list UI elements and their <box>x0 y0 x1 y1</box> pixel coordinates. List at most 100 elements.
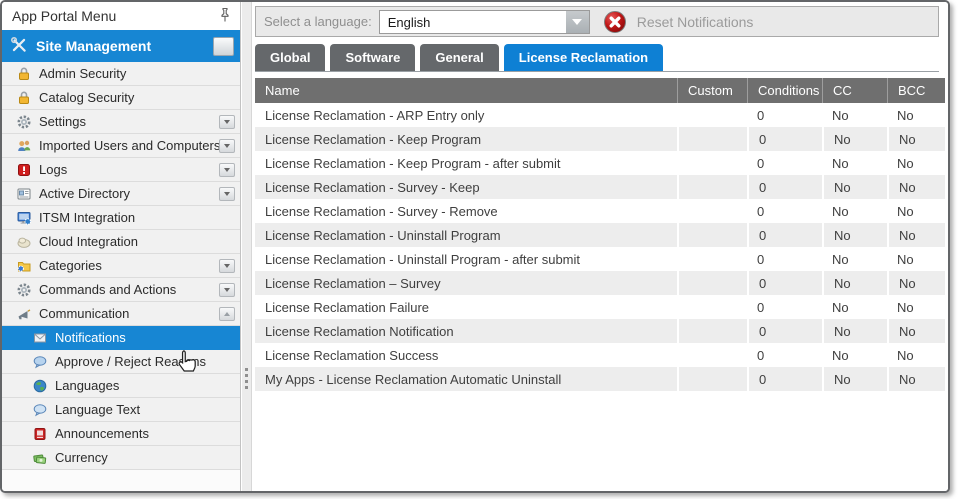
cell-custom <box>677 175 747 199</box>
sidebar-splitter[interactable] <box>242 2 252 491</box>
pin-icon[interactable] <box>218 7 232 26</box>
monitor-gear-icon <box>16 210 32 226</box>
cell-conditions: 0 <box>747 271 822 295</box>
sidebar-item-notifications[interactable]: Notifications <box>2 326 240 350</box>
cell-custom <box>677 127 747 151</box>
expand-button[interactable] <box>219 259 235 273</box>
sidebar-item-settings[interactable]: Settings <box>2 110 240 134</box>
cell-custom <box>677 295 747 319</box>
sidebar-item-announcements[interactable]: Announcements <box>2 422 240 446</box>
expand-button[interactable] <box>219 139 235 153</box>
gear-icon <box>16 282 32 298</box>
cell-custom <box>677 247 747 271</box>
expand-button[interactable] <box>219 283 235 297</box>
globe-icon <box>32 378 48 394</box>
collapse-button[interactable] <box>219 307 235 321</box>
language-select[interactable]: English <box>379 10 590 34</box>
sidebar-item-label: Imported Users and Computers <box>39 138 220 153</box>
table-row[interactable]: License Reclamation Failure 0 No No <box>255 295 945 319</box>
sidebar-item-label: Active Directory <box>39 186 130 201</box>
chevron-down-icon[interactable] <box>566 11 589 33</box>
cell-custom <box>677 367 747 391</box>
lock-icon <box>16 66 32 82</box>
cell-cc: No <box>822 271 887 295</box>
envelope-icon <box>32 330 48 346</box>
sidebar-item-communication[interactable]: Communication <box>2 302 240 326</box>
tab-software[interactable]: Software <box>330 44 415 71</box>
sidebar-item-logs[interactable]: Logs <box>2 158 240 182</box>
table-row[interactable]: License Reclamation - Keep Program 0 No … <box>255 127 945 151</box>
cell-cc: No <box>822 223 887 247</box>
cell-cc: No <box>822 295 887 319</box>
cell-cc: No <box>822 175 887 199</box>
cell-custom <box>677 199 747 223</box>
section-collapse-button[interactable] <box>213 37 234 56</box>
sidebar-item-approve-reject-reasons[interactable]: Approve / Reject Reasons <box>2 350 240 374</box>
cell-conditions: 0 <box>747 367 822 391</box>
sidebar-item-label: Categories <box>39 258 102 273</box>
cell-bcc: No <box>887 223 945 247</box>
sidebar-item-admin-security[interactable]: Admin Security <box>2 62 240 86</box>
cell-name: License Reclamation – Survey <box>255 271 677 295</box>
cell-name: License Reclamation - Survey - Keep <box>255 175 677 199</box>
sidebar-item-catalog-security[interactable]: Catalog Security <box>2 86 240 110</box>
sidebar-item-label: Languages <box>55 378 119 393</box>
sidebar-item-languages[interactable]: Languages <box>2 374 240 398</box>
notification-tabs: Global Software General License Reclamat… <box>255 44 939 72</box>
table-row[interactable]: License Reclamation - Uninstall Program … <box>255 247 945 271</box>
sidebar-item-categories[interactable]: Categories <box>2 254 240 278</box>
sidebar-item-active-directory[interactable]: Active Directory <box>2 182 240 206</box>
announcement-icon <box>32 426 48 442</box>
users-icon <box>16 138 32 154</box>
sidebar-item-imported-users[interactable]: Imported Users and Computers <box>2 134 240 158</box>
cell-custom <box>677 103 747 127</box>
sidebar-item-currency[interactable]: Currency <box>2 446 240 470</box>
cell-cc: No <box>822 367 887 391</box>
sidebar-section-site-management[interactable]: Site Management <box>2 30 240 62</box>
speech-bubble-icon <box>32 354 48 370</box>
sidebar-item-language-text[interactable]: Language Text <box>2 398 240 422</box>
language-label: Select a language: <box>264 14 372 29</box>
cell-custom <box>677 223 747 247</box>
cell-custom <box>677 271 747 295</box>
expand-button[interactable] <box>219 163 235 177</box>
table-row[interactable]: License Reclamation - Keep Program - aft… <box>255 151 945 175</box>
cell-name: License Reclamation Success <box>255 343 677 367</box>
sidebar-item-commands-actions[interactable]: Commands and Actions <box>2 278 240 302</box>
table-row[interactable]: License Reclamation – Survey 0 No No <box>255 271 945 295</box>
cloud-icon <box>16 234 32 250</box>
table-row[interactable]: License Reclamation - ARP Entry only 0 N… <box>255 103 945 127</box>
expand-button[interactable] <box>219 115 235 129</box>
cell-conditions: 0 <box>747 199 822 223</box>
table-row[interactable]: License Reclamation Notification 0 No No <box>255 319 945 343</box>
sidebar-item-label: Notifications <box>55 330 126 345</box>
tab-global[interactable]: Global <box>255 44 325 71</box>
column-header-name[interactable]: Name <box>255 78 677 103</box>
sidebar-item-label: Communication <box>39 306 129 321</box>
column-header-bcc[interactable]: BCC <box>887 78 945 103</box>
sidebar-item-cloud-integration[interactable]: Cloud Integration <box>2 230 240 254</box>
cell-bcc: No <box>887 319 945 343</box>
tab-license-reclamation[interactable]: License Reclamation <box>504 44 663 71</box>
table-row[interactable]: My Apps - License Reclamation Automatic … <box>255 367 945 391</box>
expand-button[interactable] <box>219 187 235 201</box>
reset-notifications-button[interactable] <box>603 10 627 34</box>
app-window: App Portal Menu Site Management Admin Se… <box>0 0 950 493</box>
cell-cc: No <box>822 151 887 175</box>
column-header-conditions[interactable]: Conditions <box>747 78 822 103</box>
table-row[interactable]: License Reclamation - Survey - Keep 0 No… <box>255 175 945 199</box>
column-header-custom[interactable]: Custom <box>677 78 747 103</box>
column-header-cc[interactable]: CC <box>822 78 887 103</box>
table-row[interactable]: License Reclamation Success 0 No No <box>255 343 945 367</box>
cell-cc: No <box>822 127 887 151</box>
language-select-value: English <box>380 11 566 33</box>
sidebar: App Portal Menu Site Management Admin Se… <box>2 2 241 491</box>
cell-conditions: 0 <box>747 319 822 343</box>
table-row[interactable]: License Reclamation - Survey - Remove 0 … <box>255 199 945 223</box>
sidebar-item-label: Announcements <box>55 426 149 441</box>
sidebar-item-itsm-integration[interactable]: ITSM Integration <box>2 206 240 230</box>
cell-name: License Reclamation Notification <box>255 319 677 343</box>
table-row[interactable]: License Reclamation - Uninstall Program … <box>255 223 945 247</box>
tab-general[interactable]: General <box>420 44 498 71</box>
cell-bcc: No <box>887 271 945 295</box>
